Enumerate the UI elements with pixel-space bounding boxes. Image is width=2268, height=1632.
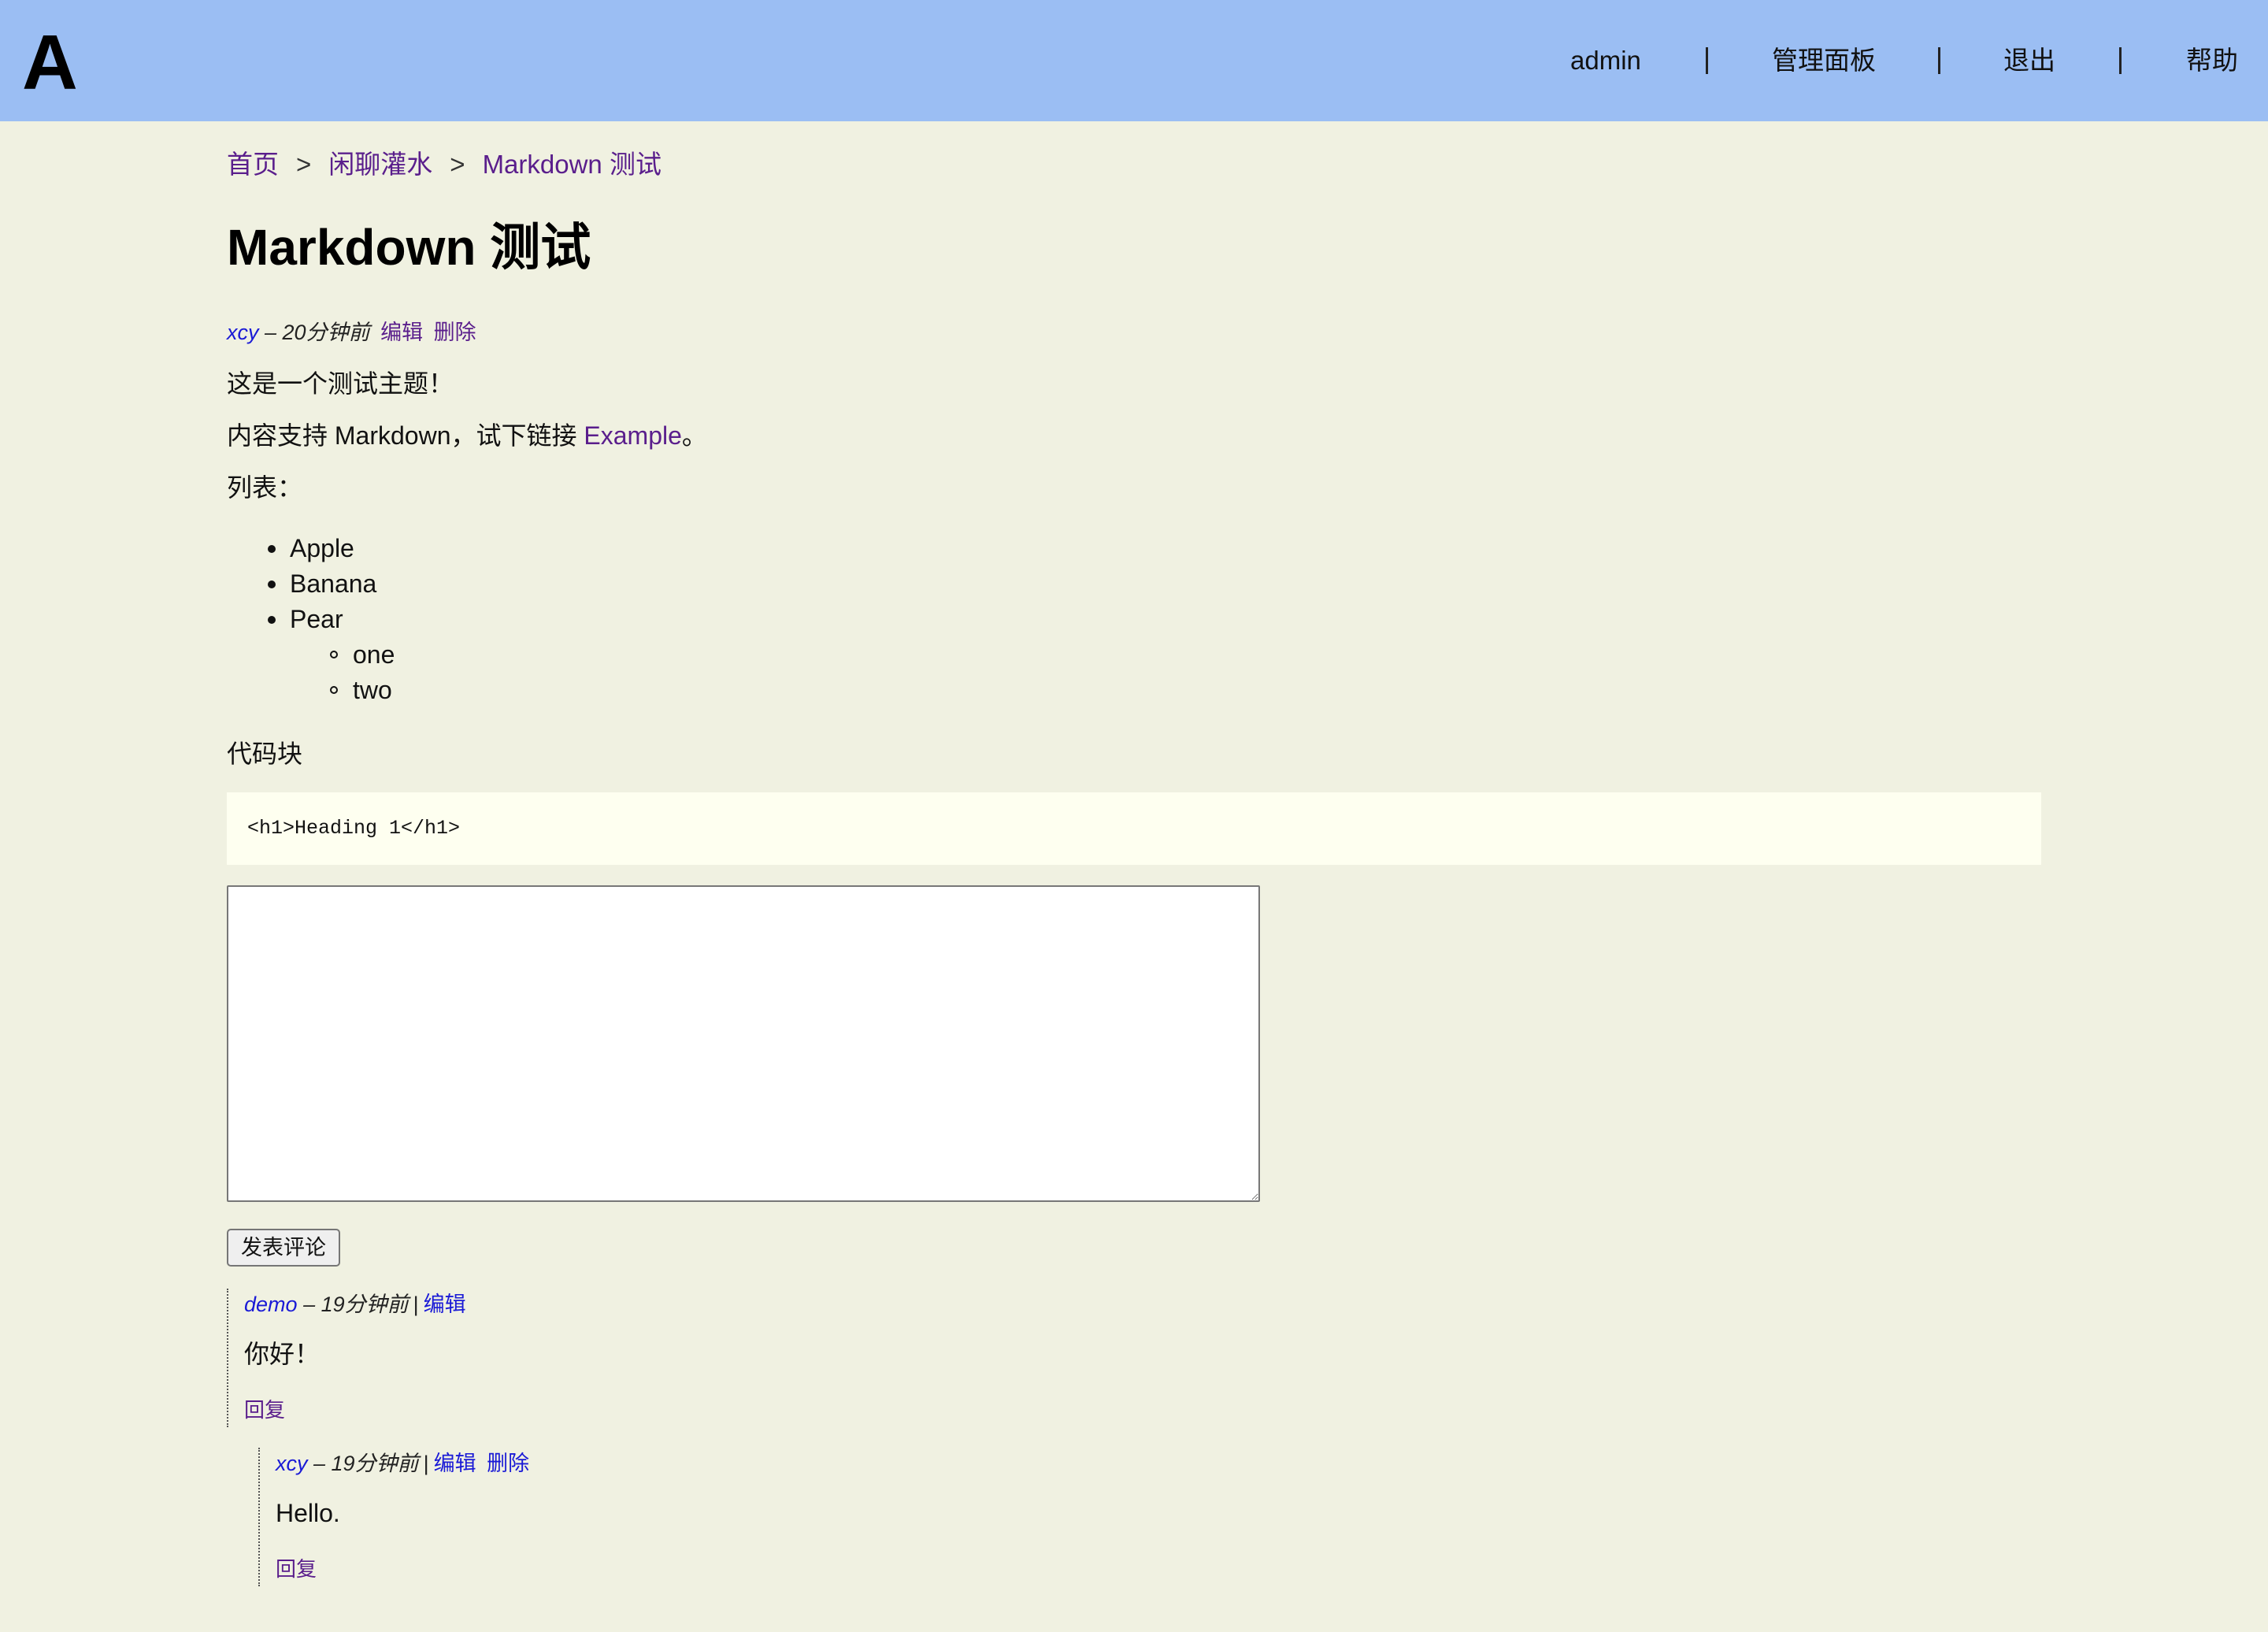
- comment-body: 你好！: [244, 1340, 321, 1368]
- nav-user[interactable]: admin: [1570, 0, 1641, 121]
- edit-comment-link[interactable]: 编辑: [434, 1452, 476, 1475]
- nav-divider: [1938, 47, 1940, 74]
- code-block: <h1>Heading 1</h1>: [227, 792, 2041, 865]
- comment-reply: xcy – 19分钟前 | 编辑 删除 Hello. 回复: [258, 1448, 1205, 1586]
- meta-separator: |: [413, 1293, 419, 1316]
- comment-time: – 19分钟前: [303, 1293, 409, 1316]
- bullet-icon: [268, 580, 276, 588]
- comment: demo – 19分钟前 | 编辑 你好！ 回复: [227, 1289, 1173, 1427]
- paragraph-text: 。: [681, 421, 707, 450]
- nav-divider: [1706, 47, 1708, 74]
- list-item-label: Banana: [290, 569, 377, 598]
- reply-link[interactable]: 回复: [276, 1553, 317, 1585]
- list-item-label: two: [353, 676, 392, 704]
- comment-author[interactable]: xcy: [276, 1452, 308, 1475]
- paragraph-text: 内容支持 Markdown，试下链接: [227, 421, 584, 450]
- nav-help[interactable]: 帮助: [2186, 0, 2238, 121]
- nav-help-link[interactable]: 帮助: [2186, 46, 2238, 75]
- breadcrumb-category[interactable]: 闲聊灌水: [328, 150, 432, 179]
- nav-user-link[interactable]: admin: [1570, 46, 1641, 75]
- delete-topic-link[interactable]: 删除: [434, 321, 476, 344]
- page-title: Markdown 测试: [227, 219, 591, 276]
- bullet-icon: [268, 616, 276, 624]
- nav-admin-panel-link[interactable]: 管理面板: [1772, 46, 1876, 75]
- comment-time: – 19分钟前: [313, 1452, 419, 1475]
- list-item-label: Pear: [290, 605, 343, 633]
- topic-meta: xcy – 20分钟前 编辑 删除: [227, 317, 476, 348]
- meta-separator: |: [423, 1452, 429, 1475]
- comment-textarea[interactable]: [227, 885, 1260, 1202]
- comment-author[interactable]: demo: [244, 1293, 298, 1316]
- breadcrumb-separator: >: [450, 150, 465, 179]
- list-label: 列表：: [227, 473, 303, 502]
- circle-bullet-icon: [330, 686, 338, 694]
- example-link[interactable]: Example: [584, 421, 682, 450]
- comment-meta: demo – 19分钟前 | 编辑: [244, 1289, 466, 1320]
- nav-logout[interactable]: 退出: [2003, 0, 2055, 121]
- breadcrumb: 首页 > 闲聊灌水 > Markdown 测试: [227, 145, 662, 184]
- nav-admin-panel[interactable]: 管理面板: [1772, 0, 1876, 121]
- delete-comment-link[interactable]: 删除: [487, 1452, 529, 1475]
- topic-paragraph: 内容支持 Markdown，试下链接 Example。: [227, 417, 707, 454]
- nav-divider: [2119, 47, 2122, 74]
- code-content: <h1>Heading 1</h1>: [247, 817, 461, 840]
- nav-logout-link[interactable]: 退出: [2003, 46, 2055, 75]
- code-label: 代码块: [227, 740, 303, 768]
- topic-time: – 20分钟前: [265, 321, 370, 344]
- topic-author[interactable]: xcy: [227, 321, 259, 344]
- reply-link[interactable]: 回复: [244, 1394, 285, 1426]
- circle-bullet-icon: [330, 651, 338, 658]
- breadcrumb-current[interactable]: Markdown 测试: [483, 150, 662, 179]
- top-bar: A admin 管理面板 退出 帮助: [0, 0, 2268, 121]
- breadcrumb-home[interactable]: 首页: [227, 150, 279, 179]
- edit-comment-link[interactable]: 编辑: [424, 1293, 466, 1316]
- bullet-icon: [268, 545, 276, 553]
- breadcrumb-separator: >: [296, 150, 312, 179]
- topic-paragraph: 这是一个测试主题！: [227, 369, 454, 398]
- edit-topic-link[interactable]: 编辑: [380, 321, 423, 344]
- site-logo[interactable]: A: [22, 19, 78, 106]
- list-item-label: one: [353, 640, 395, 669]
- comment-meta: xcy – 19分钟前 | 编辑 删除: [276, 1448, 529, 1479]
- list-item-label: Apple: [290, 534, 354, 562]
- submit-comment-button[interactable]: 发表评论: [227, 1229, 340, 1267]
- comment-body: Hello.: [276, 1499, 340, 1527]
